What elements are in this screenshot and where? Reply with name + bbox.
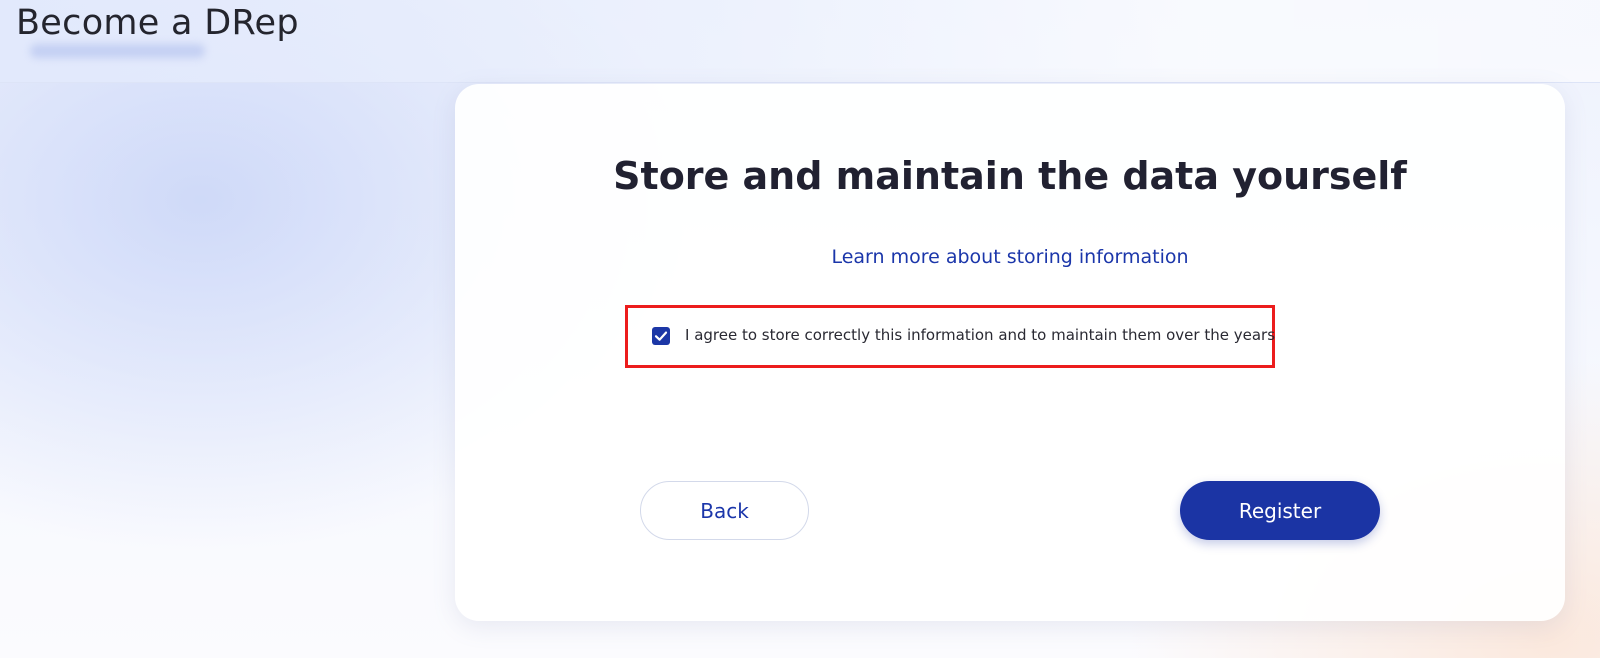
agreement-label[interactable]: I agree to store correctly this informat… [685, 326, 1275, 344]
top-bar: Become a DRep [0, 0, 1600, 83]
checkmark-icon [654, 331, 668, 341]
learn-more-link[interactable]: Learn more about storing information [455, 246, 1565, 268]
storage-card: Store and maintain the data yourself Lea… [455, 84, 1565, 621]
agreement-highlight-box: I agree to store correctly this informat… [625, 305, 1275, 368]
register-button[interactable]: Register [1180, 481, 1380, 540]
page-title: Become a DRep [16, 3, 299, 43]
title-decoration [30, 44, 205, 58]
card-heading: Store and maintain the data yourself [613, 154, 1407, 198]
back-button[interactable]: Back [640, 481, 809, 540]
agreement-checkbox[interactable] [652, 327, 670, 345]
